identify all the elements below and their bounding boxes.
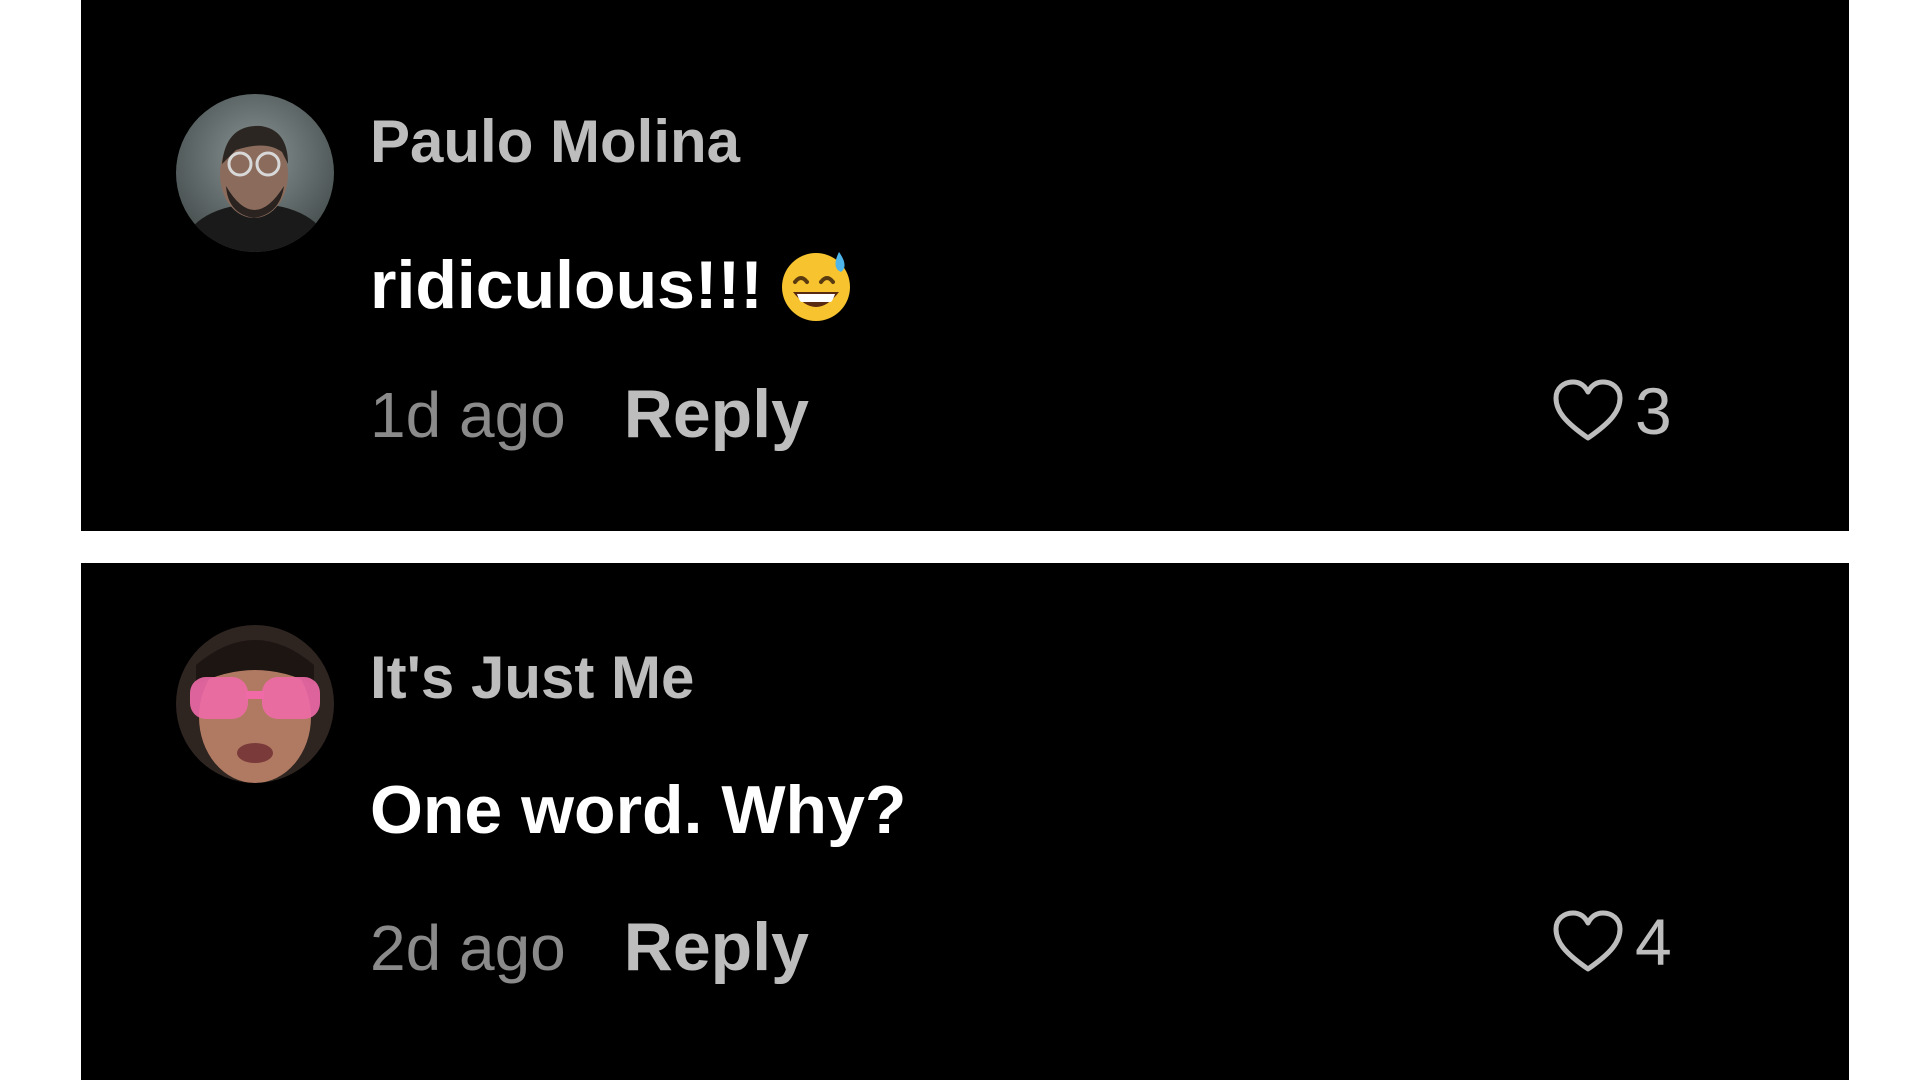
like-count: 4 (1635, 905, 1672, 979)
grinning-face-with-sweat-icon (777, 246, 855, 324)
comment-card: It's Just Me One word. Why? 2d ago Reply… (81, 563, 1849, 1080)
heart-icon (1553, 379, 1623, 441)
reply-button[interactable]: Reply (624, 380, 809, 448)
avatar-image (176, 94, 334, 252)
comment-meta: 2d ago Reply (370, 913, 809, 981)
comment-text: ridiculous!!! (370, 246, 855, 324)
comment-username[interactable]: Paulo Molina (370, 112, 740, 172)
comment-meta: 1d ago Reply (370, 380, 809, 448)
comment-text: One word. Why? (370, 776, 906, 844)
comments-page: Paulo Molina ridiculous!!! 1d ago Reply (0, 0, 1920, 1080)
avatar-image (176, 625, 334, 783)
comment-card: Paulo Molina ridiculous!!! 1d ago Reply (81, 0, 1849, 531)
like-button[interactable]: 4 (1551, 909, 1672, 975)
comment-timestamp: 1d ago (370, 379, 566, 451)
avatar[interactable] (176, 94, 334, 252)
comment-text-content: One word. Why? (370, 772, 907, 848)
heart-icon (1553, 910, 1623, 972)
avatar[interactable] (176, 625, 334, 783)
like-count: 3 (1635, 374, 1672, 448)
comment-timestamp: 2d ago (370, 912, 566, 984)
comment-text-content: ridiculous!!! (370, 247, 763, 323)
like-button[interactable]: 3 (1551, 378, 1672, 444)
reply-button[interactable]: Reply (624, 913, 809, 981)
comment-username[interactable]: It's Just Me (370, 648, 694, 708)
